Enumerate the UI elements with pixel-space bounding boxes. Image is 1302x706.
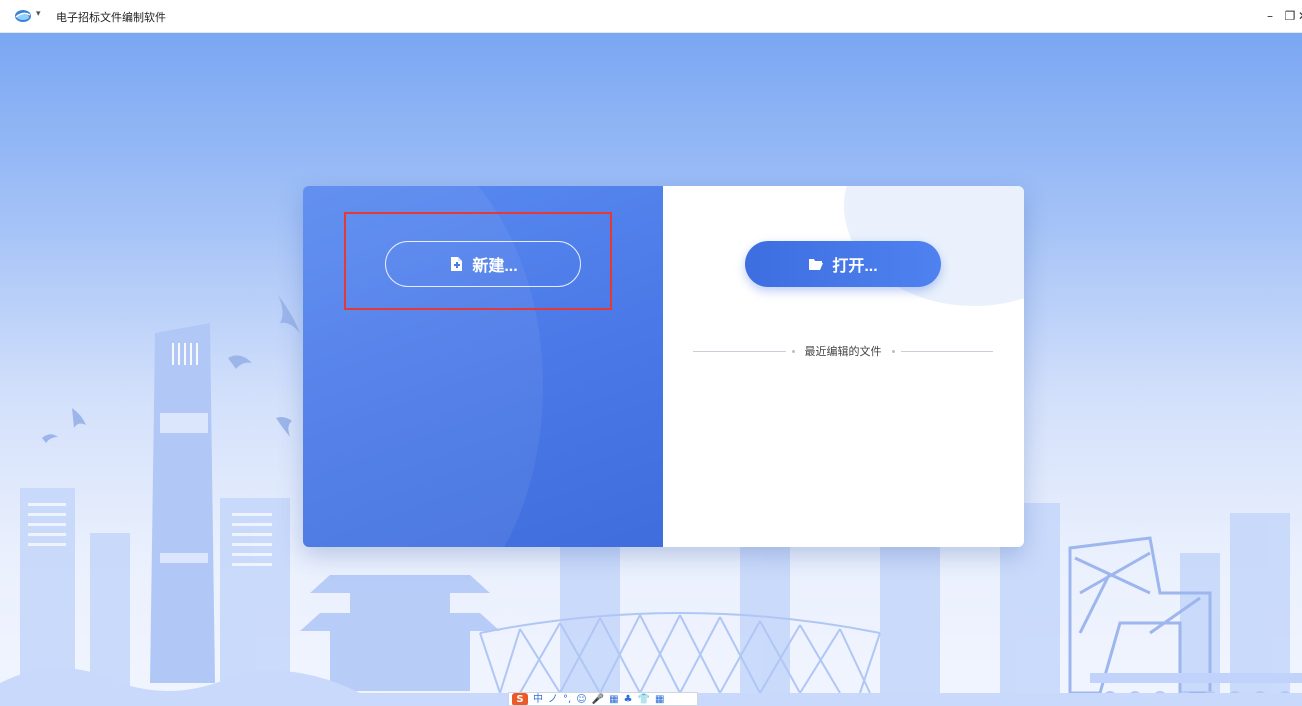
open-button[interactable]: 打开... xyxy=(745,241,941,287)
ime-shirt-icon[interactable]: 👕 xyxy=(638,693,650,705)
ime-voice-icon[interactable]: 🎤 xyxy=(592,693,604,705)
new-button-label: 新建... xyxy=(472,258,518,275)
ime-punctuation-icon[interactable]: ノ xyxy=(548,693,558,705)
folder-open-icon xyxy=(809,259,824,270)
ime-toolbar: S 中 ノ °, ☺ 🎤 ▦ ♣ 👕 ▦ xyxy=(508,692,698,706)
recent-files-label: 最近编辑的文件 xyxy=(804,345,882,358)
app-menu-caret-icon[interactable]: ▾ xyxy=(36,9,41,19)
new-button[interactable]: 新建... xyxy=(385,241,581,287)
app-logo-icon[interactable] xyxy=(14,9,32,23)
title-bar: ▾ 电子招标文件编制软件 – ❐ ✕ xyxy=(0,0,1302,33)
new-panel: 新建... xyxy=(303,186,663,547)
ime-mode-toggle[interactable]: 中 xyxy=(533,693,543,705)
ime-emoji-icon[interactable]: ☺ xyxy=(576,693,586,705)
start-card: 新建... 打开... 最近编辑的文件 xyxy=(303,186,1024,547)
ime-toolbox-icon[interactable]: ▦ xyxy=(655,693,664,705)
divider-dot-left xyxy=(791,349,795,353)
open-button-label: 打开... xyxy=(832,258,878,275)
ime-keyboard-icon[interactable]: ▦ xyxy=(609,693,618,705)
ime-width-icon[interactable]: °, xyxy=(563,693,571,705)
recent-files-header: 最近编辑的文件 xyxy=(693,344,993,358)
open-panel: 打开... 最近编辑的文件 xyxy=(663,186,1024,547)
ime-skin-icon[interactable]: ♣ xyxy=(624,693,633,705)
ime-logo-icon[interactable]: S xyxy=(512,693,528,705)
divider-line-right xyxy=(900,350,993,352)
minimize-button[interactable]: – xyxy=(1262,8,1278,24)
new-file-icon xyxy=(451,257,463,271)
divider-line-left xyxy=(693,350,786,352)
close-button[interactable]: ✕ xyxy=(1298,8,1302,24)
window-title: 电子招标文件编制软件 xyxy=(56,11,166,24)
divider-dot-right xyxy=(891,349,895,353)
restore-button[interactable]: ❐ xyxy=(1282,8,1298,24)
